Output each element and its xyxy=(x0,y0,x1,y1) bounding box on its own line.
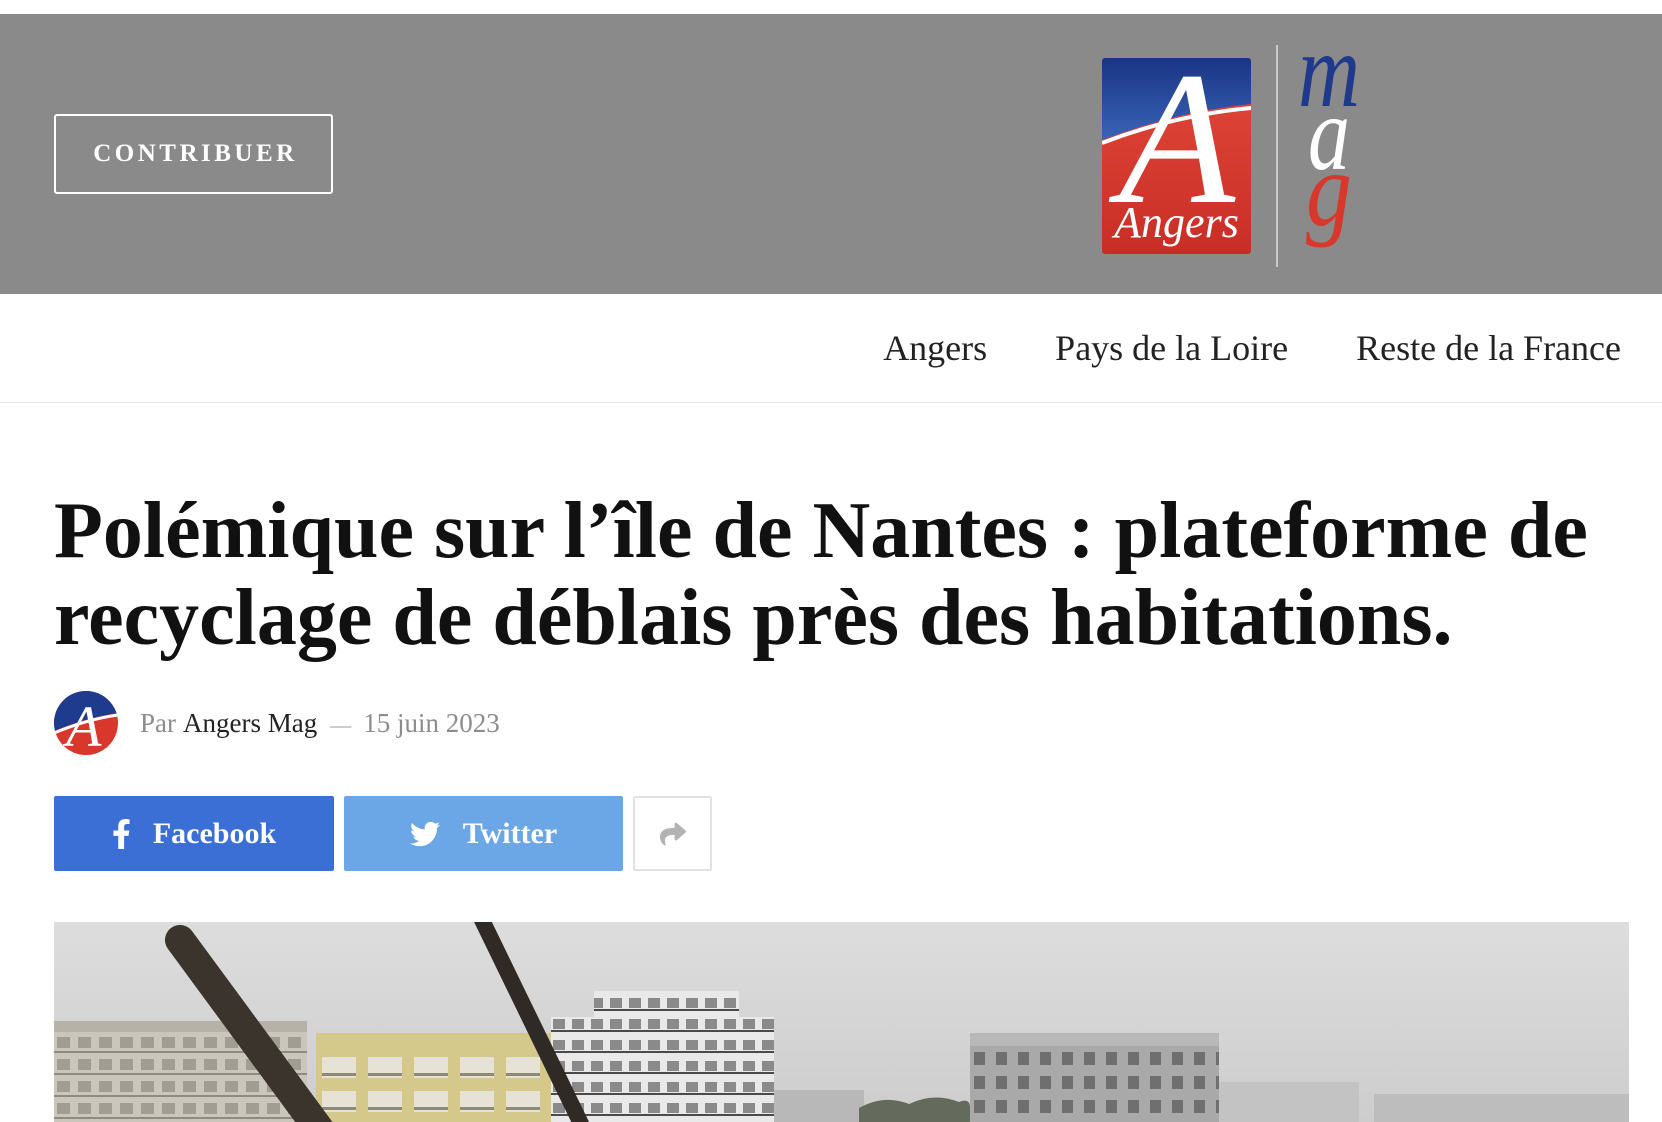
nav-item-angers[interactable]: Angers xyxy=(883,327,987,369)
nav-item-pays-de-la-loire[interactable]: Pays de la Loire xyxy=(1055,327,1288,369)
angers-mag-logo[interactable]: A Angers m a g xyxy=(1095,42,1375,282)
photo-building-gray xyxy=(970,1033,1219,1122)
article-featured-image xyxy=(54,922,1629,1122)
avatar-initial: A xyxy=(62,694,102,755)
contribute-button[interactable]: CONTRIBUER xyxy=(54,114,333,194)
logo-mag-g: g xyxy=(1306,131,1352,248)
byline-label: Par xyxy=(140,707,176,738)
author-avatar: A xyxy=(54,691,118,755)
logo-city: Angers xyxy=(1111,198,1239,247)
more-share-button[interactable] xyxy=(633,796,712,871)
featured-photo xyxy=(54,922,1629,1122)
share-arrow-icon xyxy=(659,821,686,847)
article-meta: A Par Angers Mag — 15 juin 2023 xyxy=(54,691,500,755)
article-title: Polémique sur l’île de Nantes : platefor… xyxy=(54,487,1588,662)
twitter-share-button[interactable]: Twitter xyxy=(344,796,623,871)
facebook-share-label: Facebook xyxy=(152,816,277,850)
main-nav: Angers Pays de la Loire Reste de la Fran… xyxy=(0,294,1662,403)
facebook-f-icon xyxy=(112,818,131,849)
facebook-share-button[interactable]: Facebook xyxy=(54,796,334,871)
author-link[interactable]: Angers Mag xyxy=(183,708,317,739)
photo-building-yellow xyxy=(316,1033,554,1122)
twitter-bird-icon xyxy=(409,819,440,849)
twitter-share-label: Twitter xyxy=(462,816,558,850)
share-buttons: Facebook Twitter xyxy=(54,796,712,871)
nav-item-reste-de-la-france[interactable]: Reste de la France xyxy=(1356,327,1621,369)
publish-date: 15 juin 2023 xyxy=(363,707,500,738)
meta-separator: — xyxy=(330,712,352,737)
site-header: CONTRIBUER A Angers m a g xyxy=(0,14,1662,294)
